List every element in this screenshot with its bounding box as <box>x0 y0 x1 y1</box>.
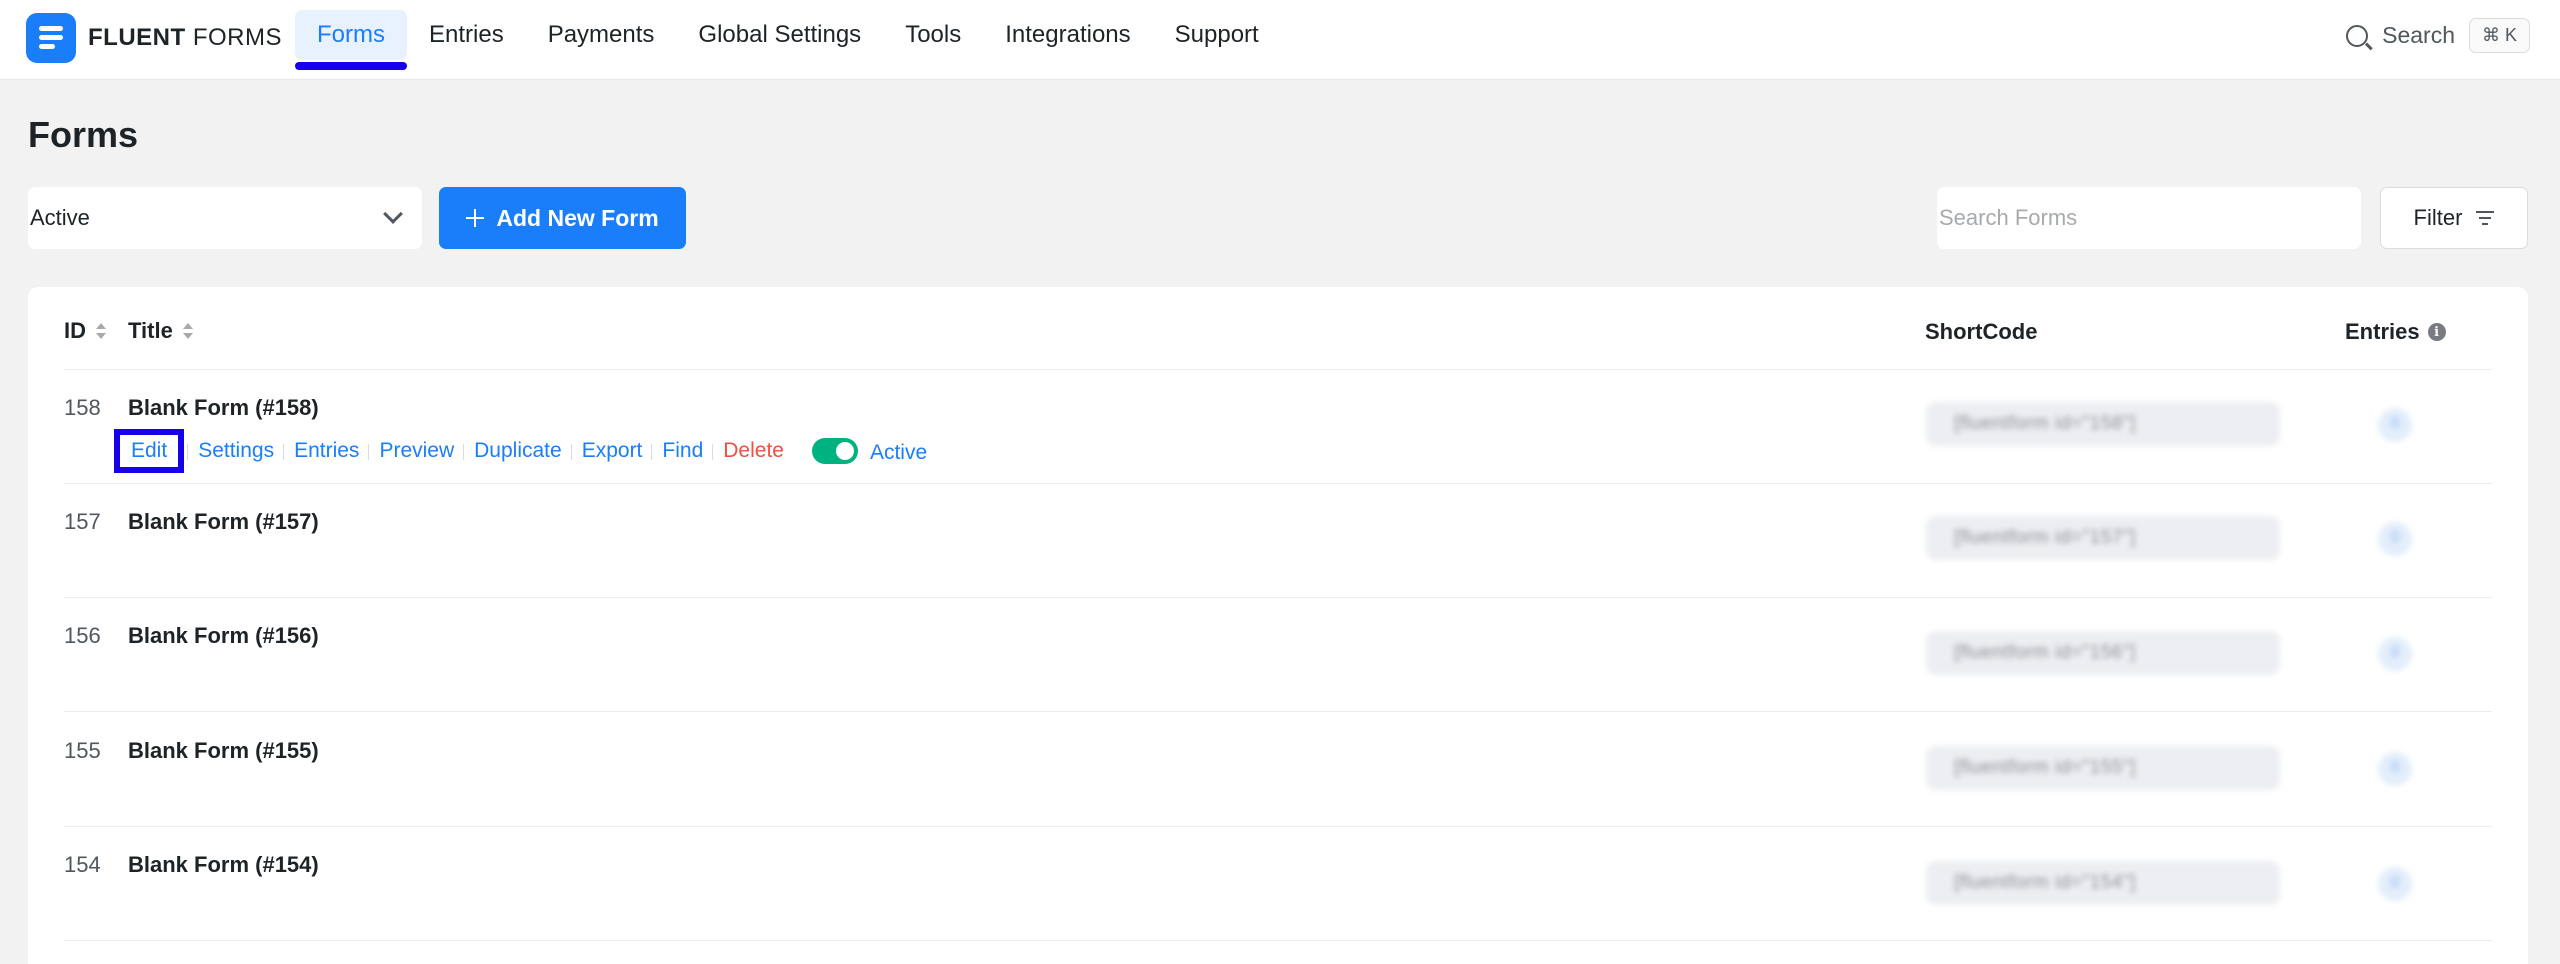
entries-count-badge[interactable]: 0 <box>2378 408 2412 442</box>
info-icon[interactable]: i <box>2427 323 2446 341</box>
global-search-button[interactable]: Search ⌘ K <box>2346 18 2530 53</box>
status-filter-value: Active <box>30 205 90 230</box>
row-title[interactable]: Blank Form (#156) <box>128 623 319 649</box>
nav-item-support[interactable]: Support <box>1153 10 1281 60</box>
column-header-entries: Entries i <box>2345 319 2446 345</box>
entries-count-badge[interactable]: 0 <box>2378 637 2412 671</box>
main-nav: Forms Entries Payments Global Settings T… <box>295 10 1281 70</box>
page-title: Forms <box>28 114 139 155</box>
row-id: 155 <box>64 738 101 763</box>
row-title[interactable]: Blank Form (#154) <box>128 852 319 878</box>
nav-item-integrations[interactable]: Integrations <box>983 10 1152 60</box>
column-header-title-label: Title <box>128 318 173 343</box>
nav-item-entries[interactable]: Entries <box>407 10 526 60</box>
sort-icon <box>182 322 193 340</box>
entries-count-badge[interactable]: 0 <box>2378 752 2412 786</box>
edit-link[interactable]: Edit <box>114 429 185 473</box>
add-new-form-label: Add New Form <box>496 204 659 231</box>
header-divider <box>64 369 2492 370</box>
top-navigation-bar: FLUENT FORMS Forms Entries Payments Glob… <box>0 0 2560 80</box>
nav-item-tools[interactable]: Tools <box>883 10 983 60</box>
fluent-forms-logo-icon <box>26 13 76 63</box>
search-icon <box>2346 24 2369 47</box>
column-header-id-label: ID <box>64 318 86 343</box>
column-header-shortcode: ShortCode <box>1925 319 2037 345</box>
global-search-label: Search <box>2382 22 2455 48</box>
sort-icon <box>96 322 106 340</box>
filter-label: Filter <box>2413 205 2463 230</box>
row-divider <box>64 483 2492 484</box>
row-divider <box>64 826 2492 827</box>
column-header-id[interactable]: ID <box>64 318 106 344</box>
duplicate-link[interactable]: Duplicate <box>463 439 572 463</box>
filter-button[interactable]: Filter <box>2380 187 2528 249</box>
entries-link[interactable]: Entries <box>283 439 369 463</box>
nav-item-payments[interactable]: Payments <box>526 10 677 60</box>
nav-item-forms[interactable]: Forms <box>295 10 407 70</box>
row-id: 158 <box>64 395 101 420</box>
column-header-title[interactable]: Title <box>128 318 193 344</box>
fluent-forms-logo[interactable]: FLUENT FORMS <box>26 13 282 63</box>
nav-item-global-settings[interactable]: Global Settings <box>676 10 883 60</box>
form-status-label: Active <box>869 441 928 464</box>
row-title[interactable]: Blank Form (#158) <box>128 395 319 421</box>
shortcode-copy-button[interactable]: [fluentform id="155"] <box>1926 746 2280 790</box>
row-title[interactable]: Blank Form (#155) <box>128 738 319 764</box>
row-id: 154 <box>64 852 101 877</box>
add-new-form-button[interactable]: Add New Form <box>439 187 686 249</box>
entries-count-badge[interactable]: 0 <box>2378 867 2412 901</box>
plus-icon <box>466 209 485 227</box>
search-shortcut-badge: ⌘ K <box>2468 18 2530 53</box>
column-header-entries-label: Entries <box>2345 319 2420 344</box>
chevron-down-icon <box>383 204 403 224</box>
entries-count-badge[interactable]: 0 <box>2378 522 2412 556</box>
shortcode-copy-button[interactable]: [fluentform id="158"] <box>1926 402 2280 446</box>
shortcode-copy-button[interactable]: [fluentform id="154"] <box>1926 861 2280 905</box>
preview-link[interactable]: Preview <box>368 439 464 463</box>
export-link[interactable]: Export <box>570 439 653 463</box>
row-id: 156 <box>64 623 101 648</box>
delete-link[interactable]: Delete <box>712 439 794 463</box>
form-status-toggle[interactable] <box>811 438 858 464</box>
brand-name: FLUENT FORMS <box>88 24 282 51</box>
row-id: 157 <box>64 509 101 534</box>
find-link[interactable]: Find <box>651 439 713 463</box>
row-actions: Edit Settings Entries Preview Duplicate … <box>114 428 927 474</box>
status-filter-select[interactable]: Active <box>28 187 422 249</box>
row-divider <box>64 597 2492 598</box>
shortcode-copy-button[interactable]: [fluentform id="157"] <box>1926 516 2280 560</box>
search-forms-input[interactable] <box>1937 187 2361 249</box>
row-title[interactable]: Blank Form (#157) <box>128 509 319 535</box>
row-divider <box>64 711 2492 712</box>
shortcode-copy-button[interactable]: [fluentform id="156"] <box>1926 631 2280 675</box>
settings-link[interactable]: Settings <box>187 439 284 463</box>
column-header-shortcode-label: ShortCode <box>1925 319 2038 344</box>
filter-lines-icon <box>2476 211 2495 225</box>
row-divider <box>64 940 2492 941</box>
